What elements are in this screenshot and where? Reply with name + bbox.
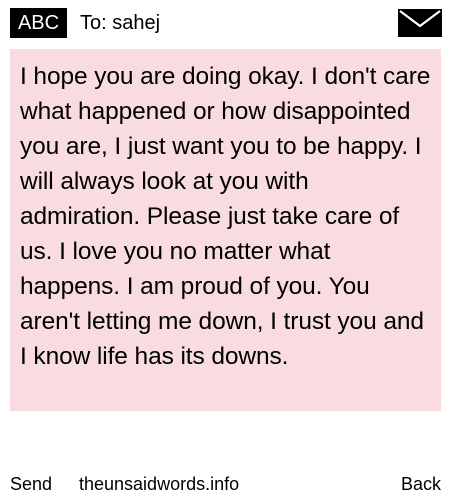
site-credit: theunsaidwords.info	[79, 474, 240, 494]
message-header: ABC To: sahej	[0, 0, 450, 46]
back-button[interactable]: Back	[401, 470, 441, 498]
recipient-line: To: sahej	[80, 9, 160, 37]
message-body-field[interactable]: I hope you are doing okay. I don't care …	[10, 49, 441, 411]
message-text: I hope you are doing okay. I don't care …	[20, 63, 431, 370]
softkey-bar: Send theunsaidwords.info Back	[0, 470, 450, 498]
recipient-name: sahej	[112, 12, 161, 34]
input-mode-badge: ABC	[10, 8, 67, 38]
envelope-icon	[398, 9, 442, 37]
to-label: To:	[80, 12, 107, 34]
send-button[interactable]: Send	[10, 470, 52, 498]
